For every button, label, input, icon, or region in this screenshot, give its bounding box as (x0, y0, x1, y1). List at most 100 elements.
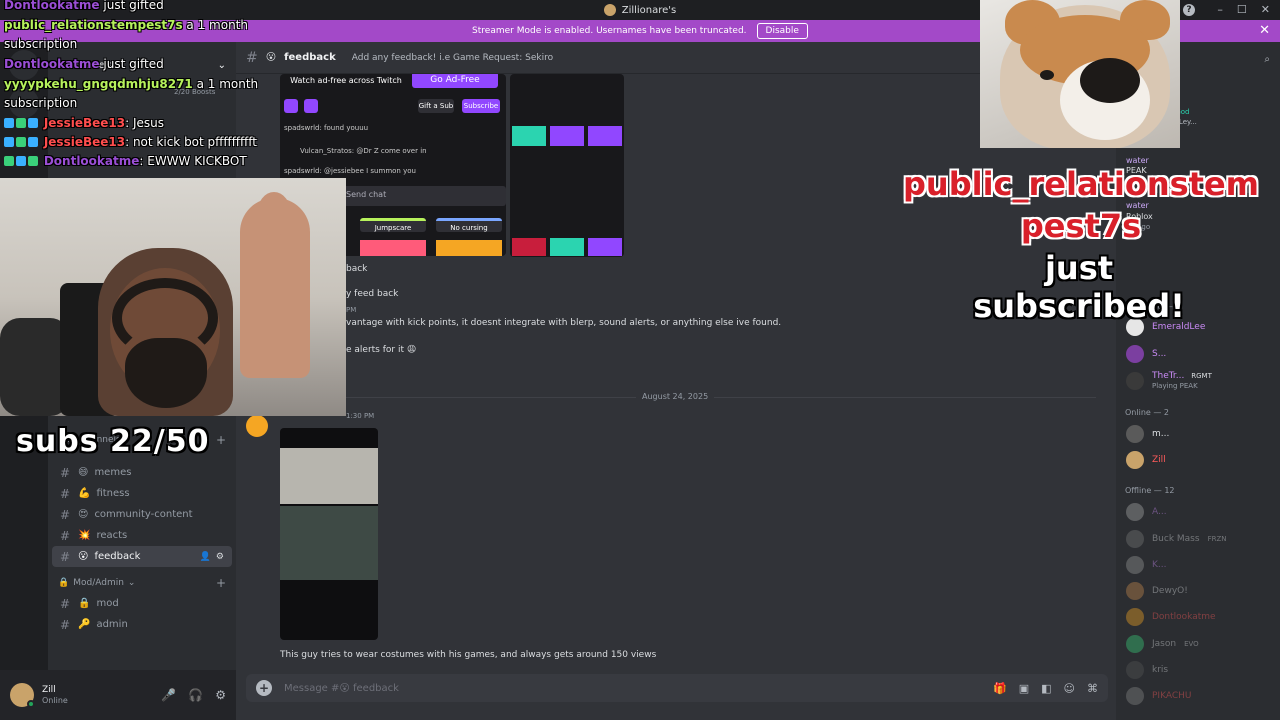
member-group-label: Offline — 12 (1125, 486, 1175, 495)
badge-icon (16, 137, 26, 147)
attachment-phone-screenshot[interactable] (280, 428, 378, 640)
microphone-icon[interactable]: 🎤 (161, 688, 176, 702)
channel-reacts[interactable]: # 💥 reacts (52, 525, 232, 546)
add-channel-icon[interactable]: + (216, 433, 226, 447)
ad-free-text: Watch ad-free across Twitch (290, 76, 402, 85)
member-row[interactable]: Dontlookatme (1126, 608, 1216, 626)
gift-icon[interactable]: 🎁 (993, 682, 1007, 695)
gear-icon[interactable]: ⚙ (216, 552, 224, 562)
headphones-icon[interactable]: 🎧 (188, 688, 203, 702)
channel-label: fitness (96, 488, 130, 499)
avatar (1126, 687, 1144, 705)
chat-line: Dontlookatme just gifted (4, 57, 164, 71)
reward-tile[interactable] (512, 126, 546, 146)
close-banner-icon[interactable]: ✕ (1259, 23, 1270, 38)
channel-label: reacts (96, 530, 128, 541)
member-name: PIKACHU (1152, 691, 1192, 701)
chat-text: subscription (4, 96, 78, 110)
member-row[interactable]: A... (1126, 503, 1167, 521)
avatar (1126, 556, 1144, 574)
dog-eye (1040, 70, 1054, 80)
invite-icon[interactable]: 👤 (200, 552, 211, 562)
gif-icon[interactable]: ▣ (1019, 682, 1029, 695)
help-icon[interactable]: ? (1183, 4, 1195, 16)
message-timestamp: PM (346, 306, 357, 314)
gift-icon[interactable] (304, 99, 318, 113)
chat-text: : Jesus (125, 116, 164, 130)
channel-emoji: 💥 (78, 530, 91, 541)
mod-admin-category[interactable]: 🔒 Mod/Admin ⌄ + (48, 573, 236, 593)
attachment-twitch-screenshot-2[interactable] (510, 74, 624, 257)
gift-sub-button[interactable]: Gift a Sub (418, 99, 454, 113)
member-row[interactable]: Zill (1126, 451, 1166, 469)
channel-memes[interactable]: # 😄 memes (52, 462, 232, 483)
banner-text: Streamer Mode is enabled. Usernames have… (472, 26, 747, 36)
member-name: Jason (1152, 639, 1177, 649)
window-title: Zillionare's (603, 4, 676, 16)
avatar[interactable] (10, 683, 35, 708)
member-row[interactable]: kris (1126, 661, 1168, 679)
member-row[interactable]: m... (1126, 425, 1169, 443)
badge-icon (4, 137, 14, 147)
member-row[interactable]: TheTr... RGMT Playing PEAK (1126, 371, 1212, 391)
chat-text: just gifted (103, 57, 164, 71)
add-attachment-icon[interactable]: + (256, 680, 272, 696)
subscribe-button[interactable]: Subscribe (462, 99, 500, 113)
reward-tile[interactable] (550, 238, 584, 256)
chat-username: yyyypkehu_gngqdmhju8271 (4, 77, 193, 91)
online-status-icon (27, 700, 35, 708)
heart-icon[interactable] (284, 99, 298, 113)
chat-text: : not kick bot pffffffffft (125, 135, 257, 149)
channel-fitness[interactable]: # 💪 fitness (52, 483, 232, 504)
discord-window: Zillionare's ? – ☐ ✕ Streamer Mode is en… (0, 0, 1280, 720)
channel-mod[interactable]: # 🔒 mod (52, 593, 232, 614)
channel-emoji: 🔒 (78, 598, 91, 609)
channel-emoji: 😍 (78, 509, 89, 520)
chevron-down-icon: ⌄ (127, 578, 136, 588)
reward-tile[interactable] (512, 238, 546, 256)
message-input-placeholder[interactable]: Message #😮 feedback (284, 683, 399, 694)
member-row[interactable]: PIKACHU (1126, 687, 1191, 705)
member-row[interactable]: DewyO! (1126, 582, 1188, 600)
channel-admin[interactable]: # 🔑 admin (52, 614, 232, 635)
window-controls: – ☐ ✕ (1217, 3, 1270, 16)
apps-icon[interactable]: ⌘ (1087, 682, 1098, 695)
chat-username: public_relationstempest7s (4, 18, 183, 32)
gear-icon[interactable]: ⚙ (215, 688, 226, 702)
chat-text: a 1 month (186, 18, 248, 32)
member-row[interactable]: Jason EVO (1126, 635, 1199, 653)
disable-streamer-mode-button[interactable]: Disable (756, 23, 808, 39)
video-thumbnail (280, 448, 378, 504)
message-timestamp: 1:30 PM (346, 412, 375, 420)
channel-topic[interactable]: Add any feedback! i.e Game Request: Seki… (352, 53, 553, 63)
channel-feedback[interactable]: # 😮 feedback 👤 ⚙ (52, 546, 232, 567)
video-thumbnail (280, 506, 378, 580)
sticker-icon[interactable]: ◧ (1041, 682, 1051, 695)
send-chat-box[interactable]: Send chat (340, 186, 506, 206)
jumpscare-reward[interactable]: Jumpscare (360, 218, 426, 232)
avatar[interactable] (246, 415, 268, 437)
streamer-beard (125, 338, 207, 408)
member-row[interactable]: K... (1126, 556, 1166, 574)
chat-line: subscription (4, 37, 77, 51)
maximize-icon[interactable]: ☐ (1237, 3, 1247, 16)
chat-text: : EWWW KICKBOT (139, 154, 247, 168)
go-ad-free-button[interactable]: Go Ad-Free (412, 74, 498, 88)
chat-line: public_relationstempest7s a 1 month (4, 18, 248, 32)
channel-community-content[interactable]: # 😍 community-content (52, 504, 232, 525)
search-icon[interactable]: ⌕ (1264, 54, 1270, 65)
add-channel-icon[interactable]: + (216, 576, 226, 590)
reward-tile[interactable] (588, 238, 622, 256)
member-row[interactable]: S... (1126, 345, 1166, 363)
member-row[interactable]: Buck Mass FRZN (1126, 530, 1226, 548)
no-cursing-reward[interactable]: No cursing (436, 218, 502, 232)
reward-tile[interactable] (360, 240, 426, 256)
member-activity: Playing PEAK (1152, 382, 1198, 390)
message-composer[interactable]: + Message #😮 feedback 🎁 ▣ ◧ ☺ ⌘ (246, 674, 1108, 702)
emoji-icon[interactable]: ☺ (1064, 682, 1075, 695)
reward-tile[interactable] (436, 240, 502, 256)
minimize-icon[interactable]: – (1217, 3, 1223, 16)
close-window-icon[interactable]: ✕ (1261, 3, 1270, 16)
reward-tile[interactable] (550, 126, 584, 146)
reward-tile[interactable] (588, 126, 622, 146)
